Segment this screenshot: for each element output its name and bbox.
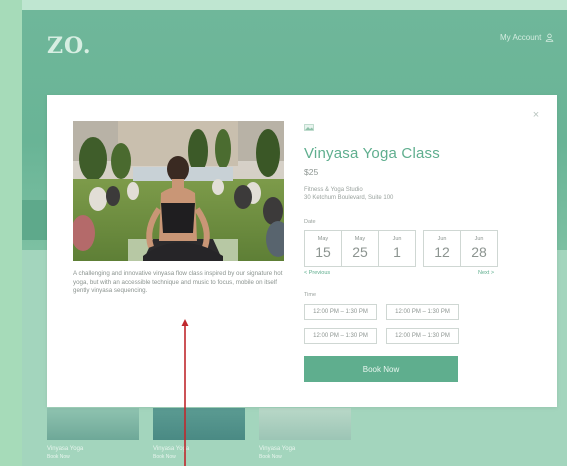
user-icon bbox=[546, 33, 554, 42]
time-label: Time bbox=[304, 292, 317, 298]
date-day: 12 bbox=[434, 244, 450, 260]
date-option[interactable]: May 15 bbox=[304, 230, 342, 267]
class-card[interactable]: Vinyasa Yoga Book Now bbox=[153, 408, 245, 460]
close-icon: × bbox=[532, 109, 540, 121]
date-option[interactable]: May 25 bbox=[341, 230, 379, 267]
next-dates-link[interactable]: Next > bbox=[478, 270, 494, 276]
time-slot-option[interactable]: 12:00 PM – 1:30 PM bbox=[386, 304, 459, 320]
annotation-arrow-icon bbox=[181, 319, 189, 466]
class-card-link[interactable]: Book Now bbox=[47, 454, 139, 460]
date-day: 28 bbox=[471, 244, 487, 260]
date-month: May bbox=[354, 236, 366, 242]
time-slot-option[interactable]: 12:00 PM – 1:30 PM bbox=[386, 328, 459, 344]
hero-banner-shadow bbox=[22, 200, 47, 240]
address-line: Fitness & Yoga Studio bbox=[304, 187, 363, 193]
date-label: Date bbox=[304, 219, 316, 225]
account-link[interactable]: My Account bbox=[500, 33, 554, 42]
class-card-image bbox=[153, 408, 245, 440]
close-button[interactable]: × bbox=[531, 109, 541, 121]
class-title: Vinyasa Yoga Class bbox=[304, 145, 440, 162]
date-month: May bbox=[317, 236, 329, 242]
background-edge bbox=[0, 0, 22, 466]
date-picker: May 15 May 25 Jun 1 Jun 12 Jun 28 bbox=[304, 230, 498, 267]
class-photo bbox=[73, 121, 284, 261]
class-card-title: Vinyasa Yoga bbox=[47, 446, 84, 452]
date-day: 1 bbox=[393, 244, 401, 260]
book-now-button[interactable]: Book Now bbox=[304, 356, 458, 382]
address-line: 30 Ketchum Boulevard, Suite 100 bbox=[304, 195, 394, 201]
class-card-link[interactable]: Book Now bbox=[259, 454, 351, 460]
date-option[interactable]: Jun 12 bbox=[423, 230, 461, 267]
time-slot-option[interactable]: 12:00 PM – 1:30 PM bbox=[304, 328, 377, 344]
account-label: My Account bbox=[500, 33, 542, 42]
class-description: A challenging and innovative vinyasa flo… bbox=[73, 270, 283, 295]
date-option[interactable]: Jun 28 bbox=[460, 230, 498, 267]
date-day: 15 bbox=[315, 244, 331, 260]
date-month: Jun bbox=[392, 236, 402, 242]
date-month: Jun bbox=[474, 236, 484, 242]
time-slot-option[interactable]: 12:00 PM – 1:30 PM bbox=[304, 304, 377, 320]
date-day: 25 bbox=[352, 244, 368, 260]
previous-dates-link[interactable]: < Previous bbox=[304, 270, 330, 276]
studio-icon bbox=[304, 124, 314, 131]
class-thumbnails: Vinyasa Yoga Book Now Vinyasa Yoga Book … bbox=[47, 408, 351, 460]
class-price: $25 bbox=[304, 167, 319, 177]
class-card-title: Vinyasa Yoga bbox=[153, 446, 190, 452]
class-card-image bbox=[47, 408, 139, 440]
date-option[interactable]: Jun 1 bbox=[378, 230, 416, 267]
class-card-image bbox=[259, 408, 351, 440]
class-card[interactable]: Vinyasa Yoga Book Now bbox=[259, 408, 351, 460]
class-address: Fitness & Yoga Studio 30 Ketchum Bouleva… bbox=[304, 186, 393, 202]
time-slot-grid: 12:00 PM – 1:30 PM 12:00 PM – 1:30 PM 12… bbox=[304, 304, 459, 344]
class-card[interactable]: Vinyasa Yoga Book Now bbox=[47, 408, 139, 460]
class-card-link[interactable]: Book Now bbox=[153, 454, 245, 460]
class-card-title: Vinyasa Yoga bbox=[259, 446, 296, 452]
date-month: Jun bbox=[437, 236, 447, 242]
site-logo[interactable]: ZO. bbox=[47, 33, 92, 59]
